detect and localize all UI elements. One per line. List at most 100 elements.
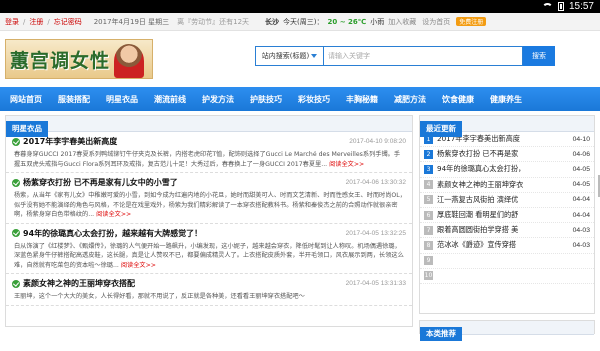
recent-updates-panel: 最近更新 1 2017年李宇春美出新高度 04-10 2 杨紫穿衣打扮 已不再是家 04… <box>419 115 595 314</box>
rank-number: 3 <box>424 164 433 174</box>
panel-title: 明星衣品 <box>6 121 48 137</box>
login-link[interactable]: 登录 <box>5 17 19 27</box>
list-item-date: 04-04 <box>572 211 590 219</box>
battery-icon <box>557 2 564 11</box>
article-summary: 杨紫，从当年《家有儿女》中稚嫩可爱的小雪，到如今成为红遍内地的小花旦，她时而甜美… <box>14 192 406 218</box>
nav-weight-loss[interactable]: 减肥方法 <box>386 87 434 111</box>
article-title[interactable]: 2017年李宇春美出新高度 <box>23 136 117 147</box>
list-item[interactable]: 10 <box>420 269 594 284</box>
site-logo[interactable]: 蕙宫调女性 <box>5 39 153 79</box>
list-item-title[interactable]: 范冰冰《爵迹》宣传穿搭 <box>437 240 573 250</box>
chevron-down-icon <box>311 54 318 58</box>
list-item[interactable]: 9 <box>420 254 594 269</box>
sidebar: 最近更新 1 2017年李宇春美出新高度 04-10 2 杨紫穿衣打扮 已不再是家 04… <box>419 115 595 341</box>
list-item-date: 04-06 <box>572 150 590 158</box>
article-title[interactable]: 素颜女神之神的王丽坤穿衣搭配 <box>23 278 135 289</box>
check-icon <box>12 178 20 187</box>
panel-title: 本类推荐 <box>420 327 462 341</box>
nav-home[interactable]: 网站首页 <box>6 87 50 111</box>
top-info-bar: 登录 / 注册 / 忘记密码 2017年4月19日 星期三 离『劳动节』还有12… <box>0 13 600 31</box>
nav-trends[interactable]: 潮流前线 <box>146 87 194 111</box>
list-item-date: 04-03 <box>572 226 590 234</box>
article-list-panel: 明星衣品 2017年李宇春美出新高度 2017-04-10 9:08:20 春暮… <box>5 115 413 327</box>
rank-number: 5 <box>424 195 433 205</box>
list-item-title[interactable]: 厚底鞋回潮 看明星们的舒 <box>437 210 573 220</box>
article-item: 杨紫穿衣打扮 已不再是家有儿女中的小雪了 2017-04-06 13:30:32… <box>6 173 412 224</box>
search-button[interactable]: 搜索 <box>523 46 555 66</box>
list-item-date: 04-05 <box>572 181 590 189</box>
top-right-links: 加入收藏 设为首页 免费注册 <box>388 17 595 27</box>
recommend-panel: 本类推荐 <box>419 320 595 341</box>
search-scope-select[interactable]: 站内搜索(标题) <box>255 46 323 66</box>
rank-number: 7 <box>424 225 433 235</box>
weather-city: 长沙 <box>265 17 280 26</box>
current-date: 2017年4月19日 星期三 <box>93 17 170 26</box>
nav-diet[interactable]: 饮食健康 <box>434 87 482 111</box>
list-item-date: 04-10 <box>572 135 590 143</box>
weather-label: 今天(周三)： <box>283 17 324 26</box>
article-date: 2017-04-10 9:08:20 <box>349 138 406 145</box>
read-more-link[interactable]: 阅读全文>> <box>96 211 131 218</box>
nav-makeup[interactable]: 彩妆技巧 <box>290 87 338 111</box>
search-input[interactable]: 请输入关键字 <box>323 46 523 66</box>
check-icon <box>12 137 20 146</box>
separator: / <box>47 17 50 26</box>
logo-text: 蕙宫调女性 <box>10 49 111 72</box>
panel-title: 最近更新 <box>420 121 462 137</box>
nav-health[interactable]: 健康养生 <box>482 87 530 111</box>
forgot-password-link[interactable]: 忘记密码 <box>54 17 82 27</box>
article-title[interactable]: 杨紫穿衣打扮 已不再是家有儿女中的小雪了 <box>23 177 178 188</box>
set-homepage-link[interactable]: 设为首页 <box>422 17 450 27</box>
article-item: 素颜女神之神的王丽坤穿衣搭配 2017-04-05 13:31:33 王丽坤，这… <box>6 274 412 306</box>
separator: / <box>23 17 26 26</box>
nav-hair-care[interactable]: 护发方法 <box>194 87 242 111</box>
list-item-title[interactable]: 杨紫穿衣打扮 已不再是家 <box>437 149 573 159</box>
list-item-title[interactable]: 94年的徐璐真心太会打扮， <box>437 164 573 174</box>
weather-temp: 20 ~ 26℃ <box>327 17 367 26</box>
article-date: 2017-04-05 13:32:25 <box>345 229 406 237</box>
panel-title-bar: 本类推荐 <box>420 321 594 341</box>
panel-title-bar: 明星衣品 <box>6 116 412 137</box>
panel-title-bar: 最近更新 <box>420 116 594 137</box>
list-item-title[interactable]: 跟着高圆圆街拍学穿搭 美 <box>437 225 573 235</box>
nav-skin-care[interactable]: 护肤技巧 <box>242 87 290 111</box>
article-date: 2017-04-06 13:30:32 <box>345 179 406 186</box>
register-link[interactable]: 注册 <box>29 17 43 27</box>
read-more-link[interactable]: 阅读全文>> <box>329 161 364 168</box>
list-item[interactable]: 3 94年的徐璐真心太会打扮， 04-05 <box>420 162 594 178</box>
list-item-date: 04-04 <box>572 196 590 204</box>
article-item: 2017年李宇春美出新高度 2017-04-10 9:08:20 春暮身穿GUC… <box>6 132 412 173</box>
rank-number: 10 <box>424 271 433 281</box>
nav-celebrity-style[interactable]: 明星衣品 <box>98 87 146 111</box>
list-item[interactable]: 4 素颜女神之神的王丽坤穿衣 04-05 <box>420 178 594 193</box>
android-status-bar: 15:57 <box>0 0 600 13</box>
read-more-link[interactable]: 阅读全文>> <box>121 262 156 269</box>
nav-bust[interactable]: 丰胸秘籍 <box>338 87 386 111</box>
check-icon <box>12 279 20 288</box>
rank-number: 2 <box>424 149 433 159</box>
article-title[interactable]: 94年的徐璐真心太会打扮，越来越有大牌感觉了！ <box>23 228 202 239</box>
nav-clothing[interactable]: 服装搭配 <box>50 87 98 111</box>
article-date: 2017-04-05 13:31:33 <box>345 280 406 287</box>
register-badge[interactable]: 免费注册 <box>456 17 487 26</box>
list-item-date: 04-03 <box>572 241 590 249</box>
search-scope-label: 站内搜索(标题) <box>261 52 310 60</box>
list-item[interactable]: 6 厚底鞋回潮 看明星们的舒 04-04 <box>420 208 594 224</box>
search-bar: 站内搜索(标题) 请输入关键字 搜索 <box>255 46 555 66</box>
wifi-icon <box>541 2 553 11</box>
main-content: 明星衣品 2017年李宇春美出新高度 2017-04-10 9:08:20 春暮… <box>0 111 600 341</box>
weather-condition: 小雨 <box>370 17 385 26</box>
list-item[interactable]: 5 江一燕复古风街拍 演绎优 04-04 <box>420 193 594 208</box>
list-item[interactable]: 8 范冰冰《爵迹》宣传穿搭 04-03 <box>420 238 594 254</box>
list-item[interactable]: 2 杨紫穿衣打扮 已不再是家 04-06 <box>420 147 594 163</box>
main-nav: 网站首页 服装搭配 明星衣品 潮流前线 护发方法 护肤技巧 彩妆技巧 丰胸秘籍 … <box>0 87 600 111</box>
article-item: 94年的徐璐真心太会打扮，越来越有大牌感觉了！ 2017-04-05 13:32… <box>6 224 412 274</box>
add-favorite-link[interactable]: 加入收藏 <box>388 17 416 27</box>
list-item[interactable]: 7 跟着高圆圆街拍学穿搭 美 04-03 <box>420 223 594 239</box>
list-item-title[interactable]: 江一燕复古风街拍 演绎优 <box>437 195 573 205</box>
clock: 15:57 <box>568 1 594 12</box>
list-item-title[interactable]: 素颜女神之神的王丽坤穿衣 <box>437 180 573 190</box>
rank-number: 6 <box>424 210 433 220</box>
article-summary: 王丽坤，这个一个大大的美女，人长得好看，那就不用说了，反正就是各种美，还看看王丽… <box>14 293 305 300</box>
rank-number: 4 <box>424 180 433 190</box>
